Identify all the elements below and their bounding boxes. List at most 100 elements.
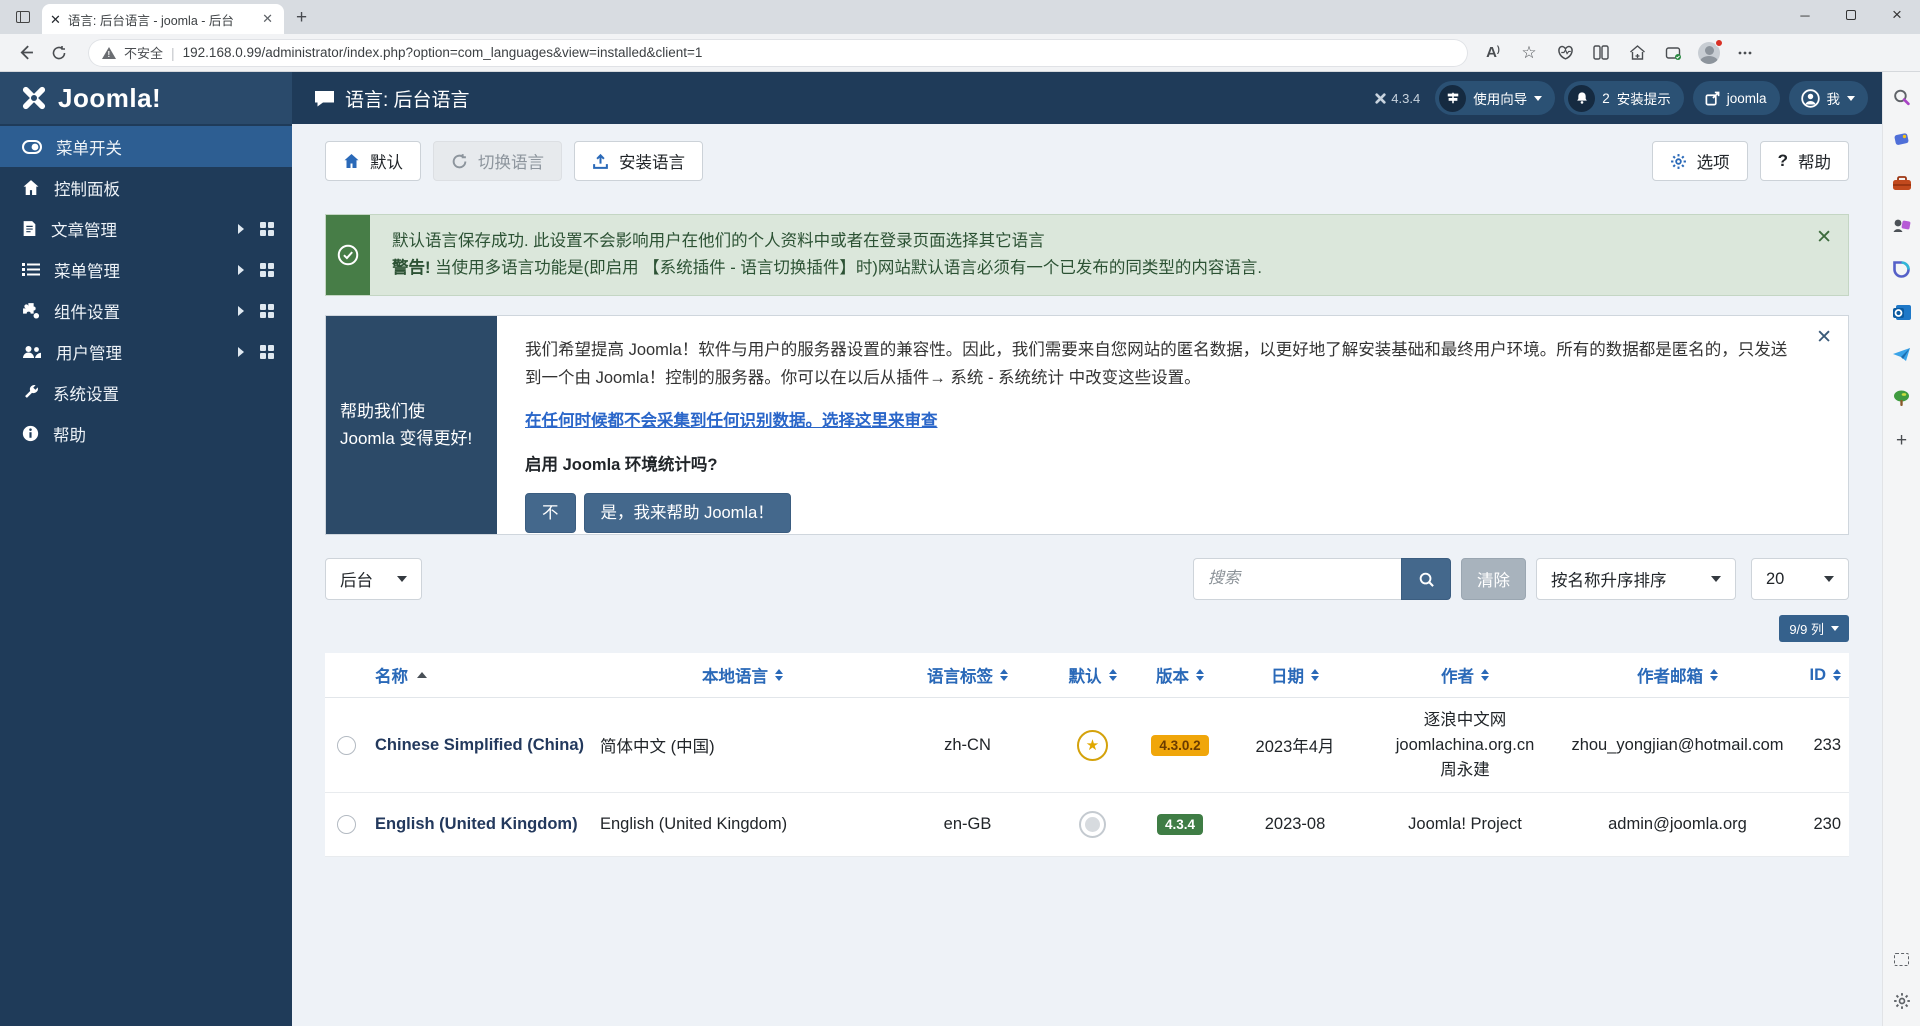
help-button[interactable]: ? 帮助 xyxy=(1760,141,1849,181)
sidebar-outlook-button[interactable] xyxy=(1891,301,1913,323)
main-content: 默认 切换语言 安装语言 选项 ? 帮助 xyxy=(292,124,1882,1026)
read-aloud-button[interactable]: A) xyxy=(1480,40,1506,66)
row-radio[interactable] xyxy=(337,815,356,834)
sort-header-id[interactable]: ID xyxy=(1790,666,1849,685)
joomla-logo[interactable]: Joomla! xyxy=(0,72,292,124)
browser-tab[interactable]: ✕ 语言: 后台语言 - joomla - 后台 ✕ xyxy=(42,4,284,34)
notifications-pill-button[interactable]: 2 安装提示 xyxy=(1564,81,1684,115)
search-button[interactable] xyxy=(1401,558,1451,600)
sort-header-tag[interactable]: 语言标签 xyxy=(885,663,1050,687)
version-badge: 4.3.4 xyxy=(1157,814,1203,835)
sidebar-games-button[interactable] xyxy=(1891,215,1913,237)
site-label: joomla xyxy=(1727,91,1767,106)
sidebar-tree-button[interactable] xyxy=(1891,387,1913,409)
sidebar-screenshot-button[interactable] xyxy=(1891,948,1913,970)
favorite-star-button[interactable]: ☆ xyxy=(1516,40,1542,66)
default-star-button[interactable]: ★ xyxy=(1077,730,1108,761)
install-language-button[interactable]: 安装语言 xyxy=(574,141,703,181)
switch-language-button[interactable]: 切换语言 xyxy=(433,141,562,181)
more-menu-button[interactable] xyxy=(1732,40,1758,66)
set-default-button[interactable] xyxy=(1079,811,1106,838)
sidebar-item-dashboard[interactable]: 控制面板 xyxy=(0,167,292,208)
stats-no-button[interactable]: 不 xyxy=(525,493,576,533)
chevron-right-icon xyxy=(238,265,244,275)
paper-plane-icon xyxy=(1892,347,1912,363)
sort-header-default[interactable]: 默认 xyxy=(1050,663,1135,687)
toggle-icon xyxy=(22,139,42,155)
default-button[interactable]: 默认 xyxy=(325,141,421,181)
minimize-button[interactable]: ─ xyxy=(1782,0,1828,30)
dashboard-grid-icon[interactable] xyxy=(260,304,274,318)
stats-review-link[interactable]: 在任何时候都不会采集到任何识别数据。选择这里来审查 xyxy=(525,407,938,435)
tree-icon xyxy=(1892,389,1911,408)
sidebar-item-components[interactable]: 组件设置 xyxy=(0,290,292,331)
stats-yes-button[interactable]: 是，我来帮助 Joomla！ xyxy=(584,493,791,533)
tab-actions-button[interactable] xyxy=(8,3,38,31)
tour-pill-button[interactable]: 使用向导 xyxy=(1435,81,1555,115)
sidebar-item-help[interactable]: 帮助 xyxy=(0,413,292,454)
sidebar-shopping-button[interactable] xyxy=(1891,129,1913,151)
user-menu-pill-button[interactable]: 我 xyxy=(1789,81,1869,115)
bell-icon xyxy=(1568,85,1595,112)
sidebar-loop-button[interactable] xyxy=(1891,258,1913,280)
options-button[interactable]: 选项 xyxy=(1652,141,1748,181)
sidebar-item-menu-toggle[interactable]: 菜单开关 xyxy=(0,126,292,167)
sort-select[interactable]: 按名称升序排序 xyxy=(1536,558,1736,600)
page-title: 语言: 后台语言 xyxy=(314,85,470,112)
alert-message: 默认语言保存成功. 此设置不会影响用户在他们的个人资料中或者在登录页面选择其它语… xyxy=(370,215,1302,295)
sidebar-item-system[interactable]: 系统设置 xyxy=(0,372,292,413)
sort-header-version[interactable]: 版本 xyxy=(1135,663,1225,687)
upload-icon xyxy=(592,153,609,170)
search-input[interactable] xyxy=(1193,558,1401,600)
loop-icon xyxy=(1892,260,1911,279)
tab-close-icon[interactable]: ✕ xyxy=(259,11,276,27)
table-row: English (United Kingdom) English (United… xyxy=(325,793,1849,857)
joomla-favicon-icon: ✕ xyxy=(50,13,61,26)
sidebar-drop-button[interactable] xyxy=(1891,344,1913,366)
sidebar-search-button[interactable] xyxy=(1891,86,1913,108)
site-preview-pill-button[interactable]: joomla xyxy=(1693,81,1780,115)
sort-header-author[interactable]: 作者 xyxy=(1365,663,1565,687)
new-tab-button[interactable]: + xyxy=(296,7,307,29)
collections-button[interactable] xyxy=(1624,40,1650,66)
wallet-button[interactable] xyxy=(1660,40,1686,66)
language-id: 230 xyxy=(1790,815,1849,834)
address-bar[interactable]: ! 不安全 | 192.168.0.99/administrator/index… xyxy=(88,39,1468,67)
back-button[interactable] xyxy=(8,38,42,68)
user-label: 我 xyxy=(1827,88,1841,108)
split-screen-button[interactable] xyxy=(1588,40,1614,66)
table-header-row: 名称 本地语言 语言标签 默认 版本 日期 作者 作者邮箱 ID xyxy=(325,653,1849,698)
language-name: Chinese Simplified (China) xyxy=(375,736,600,755)
sidebar-settings-button[interactable] xyxy=(1891,990,1913,1012)
notifications-label: 安装提示 xyxy=(1617,88,1671,108)
browser-essentials-button[interactable] xyxy=(1552,40,1578,66)
sort-header-name[interactable]: 名称 xyxy=(375,663,600,687)
dashboard-grid-icon[interactable] xyxy=(260,345,274,359)
clear-button[interactable]: 清除 xyxy=(1461,558,1526,600)
sort-header-date[interactable]: 日期 xyxy=(1225,663,1365,687)
page-size-select[interactable]: 20 xyxy=(1751,558,1849,600)
dashboard-grid-icon[interactable] xyxy=(260,222,274,236)
sort-header-native[interactable]: 本地语言 xyxy=(600,663,885,687)
sort-header-email[interactable]: 作者邮箱 xyxy=(1565,663,1790,687)
stats-close-icon[interactable]: ✕ xyxy=(1816,326,1832,349)
sidebar-item-menus[interactable]: 菜单管理 xyxy=(0,249,292,290)
sidebar-add-button[interactable]: + xyxy=(1891,430,1913,452)
alert-close-icon[interactable]: ✕ xyxy=(1816,226,1832,249)
columns-badge-button[interactable]: 9/9 列 xyxy=(1779,615,1849,642)
page-title-text: 语言: 后台语言 xyxy=(345,85,470,112)
sidebar-item-label: 控制面板 xyxy=(54,176,274,200)
close-button[interactable]: × xyxy=(1874,0,1920,30)
maximize-button[interactable] xyxy=(1828,0,1874,30)
refresh-button[interactable] xyxy=(42,38,76,68)
client-select[interactable]: 后台 xyxy=(325,558,422,600)
sidebar-toolbox-button[interactable] xyxy=(1891,172,1913,194)
row-radio[interactable] xyxy=(337,736,356,755)
dashboard-grid-icon[interactable] xyxy=(260,263,274,277)
refresh-icon xyxy=(51,45,67,61)
sidebar-item-content[interactable]: 文章管理 xyxy=(0,208,292,249)
wallet-icon xyxy=(1665,45,1682,61)
profile-avatar[interactable] xyxy=(1696,40,1722,66)
toolbox-icon xyxy=(1892,175,1912,192)
sidebar-item-users[interactable]: 用户管理 xyxy=(0,331,292,372)
